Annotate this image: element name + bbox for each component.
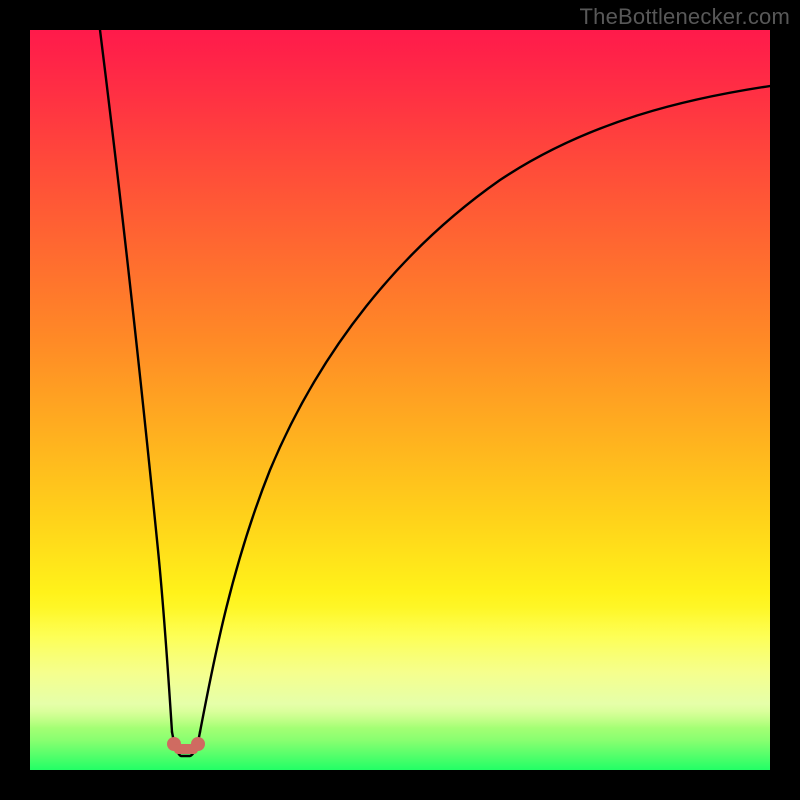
curve-left-branch xyxy=(100,30,172,732)
lower-glow-band xyxy=(30,608,770,728)
watermark-text: TheBottlenecker.com xyxy=(580,4,790,30)
bottleneck-curve xyxy=(30,30,770,770)
cusp-marker-left xyxy=(167,737,181,751)
plot-area xyxy=(30,30,770,770)
cusp-marker-bridge xyxy=(174,744,198,754)
curve-right-branch xyxy=(200,86,770,732)
curve-cusp xyxy=(172,732,200,756)
chart-frame: TheBottlenecker.com xyxy=(0,0,800,800)
cusp-marker-right xyxy=(191,737,205,751)
